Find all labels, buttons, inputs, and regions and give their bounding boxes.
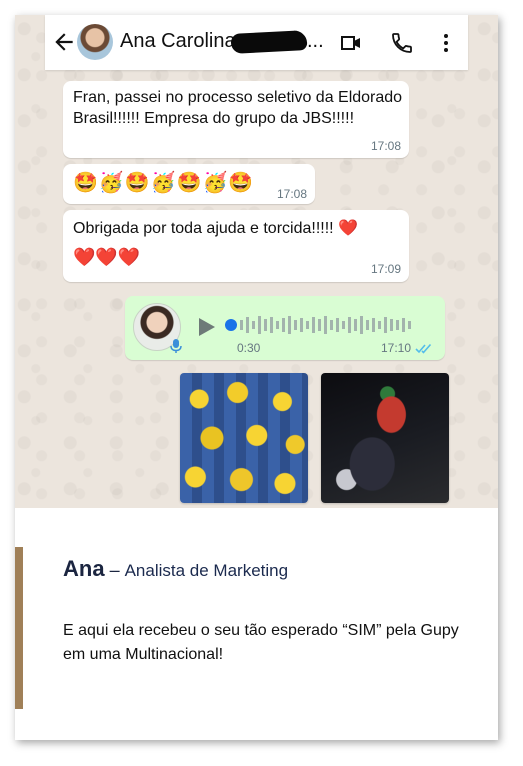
voice-duration: 0:30 (237, 341, 261, 355)
message-time: 17:10 (381, 341, 412, 355)
play-icon[interactable] (195, 316, 217, 338)
audio-waveform[interactable] (225, 312, 415, 338)
message-emoji: 🤩🥳🤩🥳🤩🥳🤩 (73, 170, 255, 194)
video-call-icon[interactable] (339, 31, 363, 55)
message-text: Fran, passei no processo seletivo da Eld… (73, 89, 403, 127)
message-time: 17:09 (370, 262, 401, 276)
shared-image-night-photo[interactable] (321, 373, 449, 503)
read-receipt-icon (415, 343, 432, 354)
redaction-mark (230, 30, 308, 54)
message-bubble[interactable]: 🤩🥳🤩🥳🤩🥳🤩 17:08 (63, 164, 315, 204)
back-arrow-icon[interactable] (51, 29, 77, 55)
author-separator: – (104, 560, 125, 580)
message-bubble[interactable]: Obrigada por toda ajuda e torcida!!!!! ❤… (63, 210, 409, 282)
phone-call-icon[interactable] (390, 31, 414, 55)
voice-message[interactable]: 0:30 17:10 (125, 296, 445, 360)
author-name: Ana (63, 556, 105, 581)
chat-header: Ana Carolina ... (45, 15, 468, 70)
author-role: Analista de Marketing (124, 561, 289, 580)
testimonial-card: Ana Carolina ... Fran, passei no process… (15, 15, 498, 740)
microphone-icon (170, 339, 182, 353)
testimonial-author: Ana – Analista de Marketing (63, 556, 288, 582)
name-truncation: ... (307, 30, 324, 52)
message-bubble[interactable]: Fran, passei no processo seletivo da Eld… (63, 81, 409, 158)
message-time: 17:08 (370, 139, 401, 153)
message-time: 17:08 (276, 187, 307, 201)
message-text: Obrigada por toda ajuda e torcida!!!!! ❤… (73, 220, 358, 237)
accent-bar (15, 547, 23, 709)
shared-image-minions[interactable] (180, 373, 308, 503)
chat-screenshot: Ana Carolina ... Fran, passei no process… (15, 15, 498, 508)
contact-name[interactable]: Ana Carolina (120, 30, 236, 53)
testimonial-text: E aqui ela recebeu o seu tão esperado “S… (63, 622, 459, 663)
more-options-icon[interactable] (434, 31, 458, 55)
contact-avatar[interactable] (77, 24, 113, 60)
chat-window: Ana Carolina ... Fran, passei no process… (45, 15, 468, 508)
message-hearts: ❤️❤️❤️ (73, 247, 141, 268)
